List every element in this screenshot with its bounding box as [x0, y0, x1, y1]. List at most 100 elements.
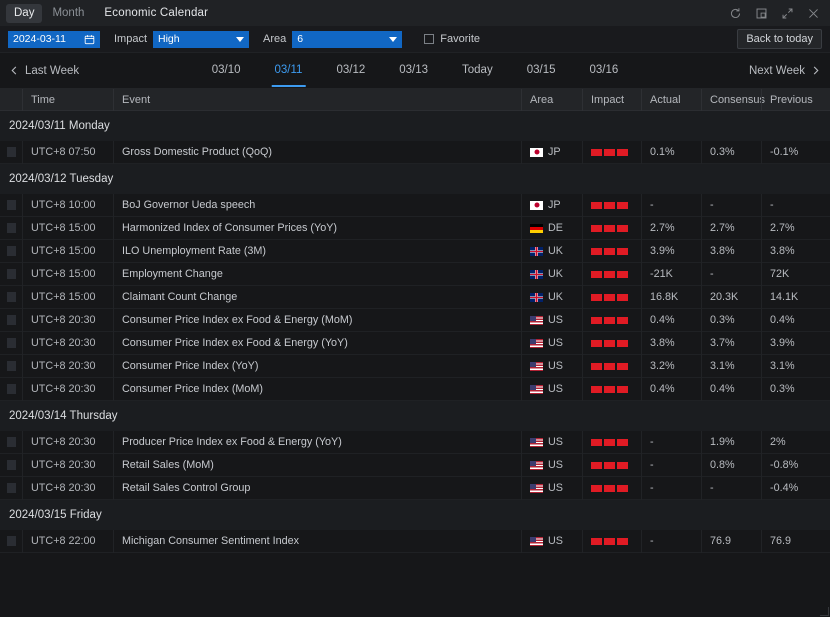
- table-row[interactable]: UTC+8 20:30Retail Sales Control GroupUS-…: [0, 477, 830, 500]
- table-row[interactable]: UTC+8 15:00Claimant Count ChangeUK16.8K2…: [0, 286, 830, 309]
- close-icon[interactable]: [807, 7, 820, 20]
- column-header-time[interactable]: Time: [22, 89, 113, 111]
- impact-bars: [591, 317, 628, 324]
- impact-bar: [604, 317, 615, 324]
- column-header-consensus[interactable]: Consensus: [701, 89, 761, 111]
- day-group-header: 2024/03/14 Thursday: [0, 401, 830, 431]
- impact-bar: [604, 294, 615, 301]
- area-code: JP: [548, 146, 561, 158]
- tab-day[interactable]: Day: [6, 4, 42, 23]
- column-header-previous[interactable]: Previous: [761, 89, 830, 111]
- table-row[interactable]: UTC+8 20:30Consumer Price Index (MoM)US0…: [0, 378, 830, 401]
- column-header-impact[interactable]: Impact: [582, 89, 641, 111]
- table-row[interactable]: UTC+8 22:00Michigan Consumer Sentiment I…: [0, 530, 830, 553]
- cell-previous: -0.4%: [761, 477, 830, 500]
- cell-previous: 3.9%: [761, 332, 830, 355]
- cell-consensus: -: [701, 263, 761, 286]
- day-tab-6[interactable]: 03/16: [572, 54, 635, 87]
- table-row[interactable]: UTC+8 15:00ILO Unemployment Rate (3M)UK3…: [0, 240, 830, 263]
- favorite-cell[interactable]: [0, 263, 22, 286]
- area-code: US: [548, 383, 563, 395]
- day-tab-4[interactable]: Today: [445, 54, 510, 87]
- favorite-cell[interactable]: [0, 332, 22, 355]
- star-icon[interactable]: [7, 384, 16, 394]
- table-row[interactable]: UTC+8 20:30Producer Price Index ex Food …: [0, 431, 830, 454]
- column-header-event[interactable]: Event: [113, 89, 521, 111]
- favorite-cell[interactable]: [0, 355, 22, 378]
- impact-select[interactable]: High: [153, 31, 249, 48]
- area-code: US: [548, 535, 563, 547]
- star-icon[interactable]: [7, 338, 16, 348]
- date-value: 2024-03-11: [13, 33, 84, 45]
- next-week-button[interactable]: Next Week: [749, 65, 820, 77]
- area-select[interactable]: 6: [292, 31, 402, 48]
- date-picker-field[interactable]: 2024-03-11: [8, 31, 100, 48]
- refresh-icon[interactable]: [729, 7, 742, 20]
- impact-bar: [617, 386, 628, 393]
- cell-impact: [582, 286, 641, 309]
- star-icon[interactable]: [7, 292, 16, 302]
- star-icon[interactable]: [7, 246, 16, 256]
- cell-area: UK: [521, 263, 582, 286]
- cell-previous: -: [761, 194, 830, 217]
- star-icon[interactable]: [7, 361, 16, 371]
- impact-bar: [617, 271, 628, 278]
- day-tab-5[interactable]: 03/15: [510, 54, 573, 87]
- tab-month[interactable]: Month: [44, 4, 92, 23]
- favorite-cell[interactable]: [0, 217, 22, 240]
- table-row[interactable]: UTC+8 15:00Harmonized Index of Consumer …: [0, 217, 830, 240]
- favorite-cell[interactable]: [0, 454, 22, 477]
- favorite-cell[interactable]: [0, 141, 22, 164]
- star-icon[interactable]: [7, 315, 16, 325]
- cell-actual: 16.8K: [641, 286, 701, 309]
- impact-filter-label: Impact: [114, 33, 147, 45]
- favorite-checkbox[interactable]: [424, 34, 434, 44]
- cell-impact: [582, 454, 641, 477]
- favorite-cell[interactable]: [0, 240, 22, 263]
- table-row[interactable]: UTC+8 10:00BoJ Governor Ueda speechJP---: [0, 194, 830, 217]
- favorite-cell[interactable]: [0, 309, 22, 332]
- table-row[interactable]: UTC+8 20:30Retail Sales (MoM)US-0.8%-0.8…: [0, 454, 830, 477]
- day-tab-3[interactable]: 03/13: [382, 54, 445, 87]
- flag-jp-icon: [530, 201, 543, 210]
- cell-previous: 14.1K: [761, 286, 830, 309]
- table-row[interactable]: UTC+8 20:30Consumer Price Index (YoY)US3…: [0, 355, 830, 378]
- star-icon[interactable]: [7, 223, 16, 233]
- star-icon[interactable]: [7, 269, 16, 279]
- restore-window-icon[interactable]: [755, 7, 768, 20]
- star-icon[interactable]: [7, 437, 16, 447]
- column-header-area[interactable]: Area: [521, 89, 582, 111]
- cell-event: Producer Price Index ex Food & Energy (Y…: [113, 431, 521, 454]
- favorite-cell[interactable]: [0, 431, 22, 454]
- star-icon[interactable]: [7, 200, 16, 210]
- cell-consensus: 0.3%: [701, 141, 761, 164]
- day-tab-0[interactable]: 03/10: [195, 54, 258, 87]
- resize-handle[interactable]: [818, 605, 829, 616]
- favorite-cell[interactable]: [0, 378, 22, 401]
- flag-us-icon: [530, 484, 543, 493]
- favorite-cell[interactable]: [0, 286, 22, 309]
- favorite-cell[interactable]: [0, 194, 22, 217]
- cell-previous: 3.1%: [761, 355, 830, 378]
- day-tab-1[interactable]: 03/11: [258, 54, 320, 87]
- day-tab-2[interactable]: 03/12: [319, 54, 382, 87]
- star-icon[interactable]: [7, 460, 16, 470]
- table-row[interactable]: UTC+8 20:30Consumer Price Index ex Food …: [0, 332, 830, 355]
- back-to-today-button[interactable]: Back to today: [737, 29, 822, 49]
- last-week-button[interactable]: Last Week: [10, 65, 79, 77]
- chevron-down-icon: [389, 37, 397, 42]
- star-icon[interactable]: [7, 536, 16, 546]
- favorite-filter[interactable]: Favorite: [424, 33, 480, 45]
- favorite-cell[interactable]: [0, 477, 22, 500]
- cell-impact: [582, 217, 641, 240]
- star-icon[interactable]: [7, 147, 16, 157]
- table-row[interactable]: UTC+8 15:00Employment ChangeUK-21K-72K: [0, 263, 830, 286]
- flag-de-icon: [530, 224, 543, 233]
- star-icon[interactable]: [7, 483, 16, 493]
- favorite-cell[interactable]: [0, 530, 22, 553]
- column-header-actual[interactable]: Actual: [641, 89, 701, 111]
- table-row[interactable]: UTC+8 20:30Consumer Price Index ex Food …: [0, 309, 830, 332]
- table-row[interactable]: UTC+8 07:50Gross Domestic Product (QoQ)J…: [0, 141, 830, 164]
- expand-icon[interactable]: [781, 7, 794, 20]
- cell-area: UK: [521, 240, 582, 263]
